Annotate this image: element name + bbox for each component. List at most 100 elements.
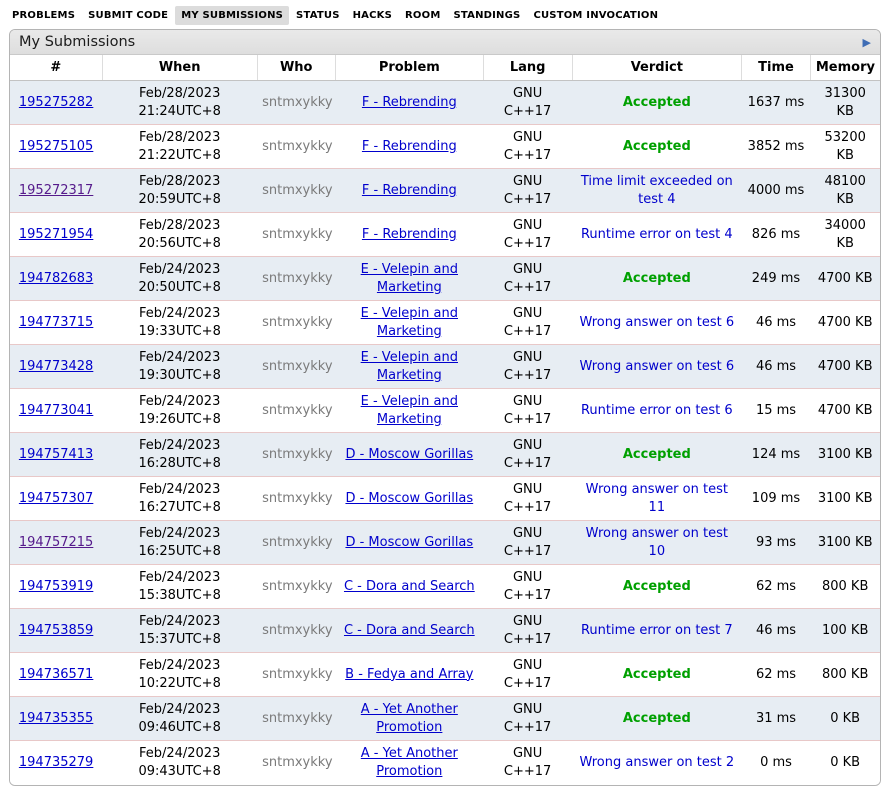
- problem-link[interactable]: F - Rebrending: [362, 95, 457, 110]
- who-handle-link[interactable]: sntmxykky: [262, 623, 332, 638]
- when-cell: Feb/24/202315:37UTC+8: [102, 609, 257, 653]
- submissions-tbody: 195275282 Feb/28/202321:24UTC+8 sntmxykk…: [10, 81, 880, 785]
- who-handle-link[interactable]: sntmxykky: [262, 711, 332, 726]
- nav-item-standings[interactable]: STANDINGS: [447, 6, 526, 25]
- who-handle-link[interactable]: sntmxykky: [262, 579, 332, 594]
- submission-id-cell: 195275105: [10, 125, 102, 169]
- lang-cell: GNUC++17: [483, 697, 572, 741]
- submission-id-link[interactable]: 194753919: [19, 579, 93, 594]
- submission-id-link[interactable]: 194757413: [19, 447, 93, 462]
- time-cell: 3852 ms: [742, 125, 811, 169]
- who-handle-link[interactable]: sntmxykky: [262, 359, 332, 374]
- nav-item-problems[interactable]: PROBLEMS: [6, 6, 81, 25]
- when-cell: Feb/24/202309:43UTC+8: [102, 741, 257, 785]
- submission-id-link[interactable]: 194773428: [19, 359, 93, 374]
- caret-right-icon[interactable]: ▶: [863, 37, 871, 48]
- submission-id-link[interactable]: 194735279: [19, 755, 93, 770]
- nav-item-custom-invocation[interactable]: CUSTOM INVOCATION: [527, 6, 664, 25]
- submission-id-cell: 194773428: [10, 345, 102, 389]
- who-handle-link[interactable]: sntmxykky: [262, 271, 332, 286]
- time-cell: 31 ms: [742, 697, 811, 741]
- top-nav: PROBLEMSSUBMIT CODEMY SUBMISSIONSSTATUSH…: [0, 0, 890, 29]
- verdict-text: Runtime error on test 7: [581, 623, 733, 638]
- problem-link[interactable]: A - Yet Another Promotion: [361, 702, 458, 735]
- time-cell: 62 ms: [742, 565, 811, 609]
- problem-link[interactable]: F - Rebrending: [362, 183, 457, 198]
- submission-id-link[interactable]: 194773715: [19, 315, 93, 330]
- submission-id-link[interactable]: 195275282: [19, 95, 93, 110]
- who-handle-link[interactable]: sntmxykky: [262, 315, 332, 330]
- who-handle-link[interactable]: sntmxykky: [262, 227, 332, 242]
- verdict-cell: Wrong answer on test 10: [572, 521, 742, 565]
- submission-id-link[interactable]: 194757215: [19, 535, 93, 550]
- submission-row: 195271954 Feb/28/202320:56UTC+8 sntmxykk…: [10, 213, 880, 257]
- who-handle-link[interactable]: sntmxykky: [262, 755, 332, 770]
- who-cell: sntmxykky: [257, 213, 335, 257]
- who-handle-link[interactable]: sntmxykky: [262, 447, 332, 462]
- nav-item-status[interactable]: STATUS: [290, 6, 346, 25]
- who-cell: sntmxykky: [257, 433, 335, 477]
- submission-row: 194736571 Feb/24/202310:22UTC+8 sntmxykk…: [10, 653, 880, 697]
- column-header-num: #: [10, 55, 102, 81]
- nav-item-submit-code[interactable]: SUBMIT CODE: [82, 6, 174, 25]
- memory-cell: 100 KB: [810, 609, 880, 653]
- problem-link[interactable]: A - Yet Another Promotion: [361, 746, 458, 779]
- who-handle-link[interactable]: sntmxykky: [262, 403, 332, 418]
- nav-item-room[interactable]: ROOM: [399, 6, 446, 25]
- problem-link[interactable]: B - Fedya and Array: [345, 667, 473, 682]
- who-handle-link[interactable]: sntmxykky: [262, 95, 332, 110]
- when-cell: Feb/24/202320:50UTC+8: [102, 257, 257, 301]
- time-cell: 109 ms: [742, 477, 811, 521]
- submission-id-link[interactable]: 194736571: [19, 667, 93, 682]
- submission-id-link[interactable]: 195272317: [19, 183, 93, 198]
- who-handle-link[interactable]: sntmxykky: [262, 139, 332, 154]
- problem-cell: D - Moscow Gorillas: [335, 521, 483, 565]
- submission-id-link[interactable]: 195275105: [19, 139, 93, 154]
- lang-cell: GNUC++17: [483, 301, 572, 345]
- who-handle-link[interactable]: sntmxykky: [262, 535, 332, 550]
- who-handle-link[interactable]: sntmxykky: [262, 183, 332, 198]
- who-handle-link[interactable]: sntmxykky: [262, 491, 332, 506]
- submission-row: 194757413 Feb/24/202316:28UTC+8 sntmxykk…: [10, 433, 880, 477]
- memory-cell: 3100 KB: [810, 477, 880, 521]
- submission-id-link[interactable]: 194753859: [19, 623, 93, 638]
- verdict-text: Accepted: [623, 447, 691, 462]
- submission-id-cell: 194735279: [10, 741, 102, 785]
- submission-id-link[interactable]: 194735355: [19, 711, 93, 726]
- submission-id-link[interactable]: 195271954: [19, 227, 93, 242]
- problem-link[interactable]: E - Velepin and Marketing: [361, 262, 458, 295]
- who-handle-link[interactable]: sntmxykky: [262, 667, 332, 682]
- problem-link[interactable]: E - Velepin and Marketing: [361, 394, 458, 427]
- column-header-verdict: Verdict: [572, 55, 742, 81]
- submission-row: 194773715 Feb/24/202319:33UTC+8 sntmxykk…: [10, 301, 880, 345]
- nav-item-my-submissions[interactable]: MY SUBMISSIONS: [175, 6, 289, 25]
- submission-row: 194753919 Feb/24/202315:38UTC+8 sntmxykk…: [10, 565, 880, 609]
- submission-id-link[interactable]: 194782683: [19, 271, 93, 286]
- verdict-text: Accepted: [623, 579, 691, 594]
- verdict-cell: Wrong answer on test 11: [572, 477, 742, 521]
- problem-link[interactable]: E - Velepin and Marketing: [361, 350, 458, 383]
- problem-cell: C - Dora and Search: [335, 609, 483, 653]
- submission-id-cell: 194735355: [10, 697, 102, 741]
- verdict-cell: Accepted: [572, 697, 742, 741]
- who-cell: sntmxykky: [257, 697, 335, 741]
- who-cell: sntmxykky: [257, 257, 335, 301]
- problem-link[interactable]: D - Moscow Gorillas: [345, 491, 473, 506]
- when-cell: Feb/24/202319:33UTC+8: [102, 301, 257, 345]
- problem-link[interactable]: F - Rebrending: [362, 139, 457, 154]
- problem-cell: E - Velepin and Marketing: [335, 301, 483, 345]
- problem-link[interactable]: D - Moscow Gorillas: [345, 535, 473, 550]
- submission-id-link[interactable]: 194773041: [19, 403, 93, 418]
- problem-link[interactable]: D - Moscow Gorillas: [345, 447, 473, 462]
- time-cell: 93 ms: [742, 521, 811, 565]
- problem-link[interactable]: C - Dora and Search: [344, 623, 475, 638]
- problem-link[interactable]: F - Rebrending: [362, 227, 457, 242]
- nav-item-hacks[interactable]: HACKS: [347, 6, 398, 25]
- verdict-cell: Runtime error on test 4: [572, 213, 742, 257]
- verdict-text: Wrong answer on test 6: [579, 359, 734, 374]
- verdict-cell: Accepted: [572, 653, 742, 697]
- problem-link[interactable]: C - Dora and Search: [344, 579, 475, 594]
- submission-row: 194753859 Feb/24/202315:37UTC+8 sntmxykk…: [10, 609, 880, 653]
- submission-id-link[interactable]: 194757307: [19, 491, 93, 506]
- problem-link[interactable]: E - Velepin and Marketing: [361, 306, 458, 339]
